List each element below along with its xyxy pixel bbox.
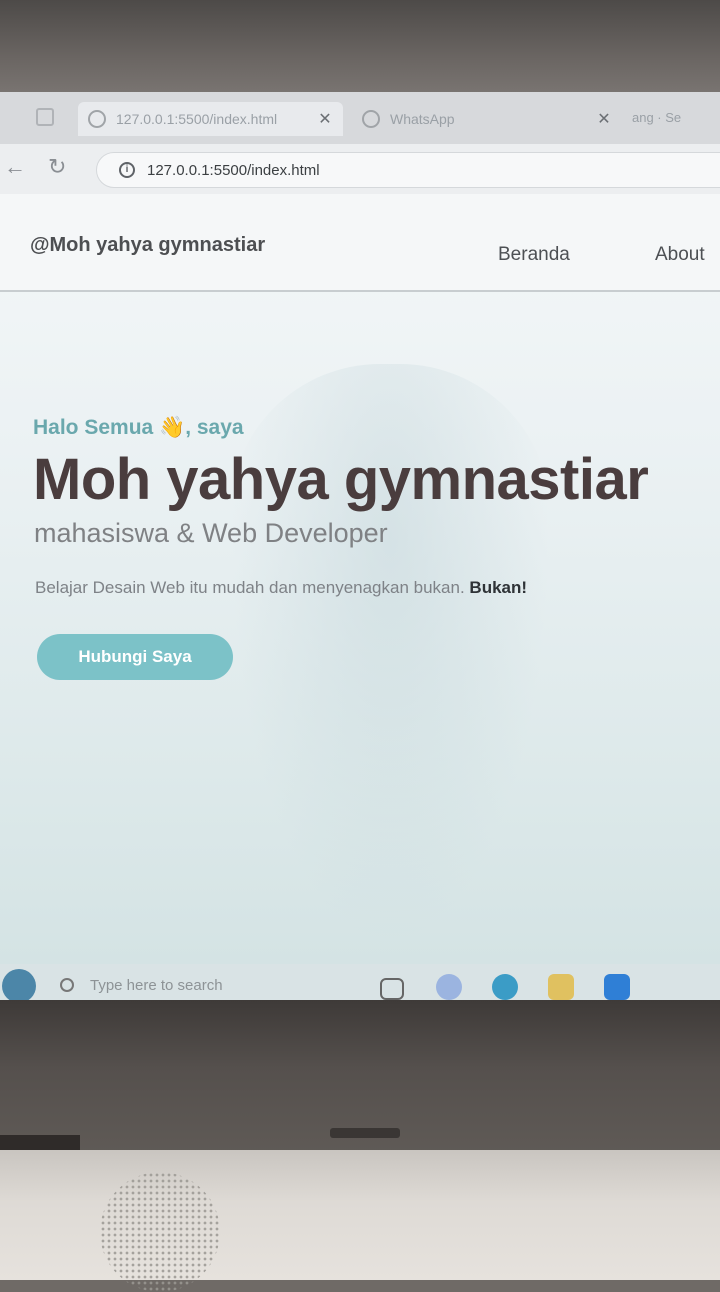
tab-title: WhatsApp: [390, 111, 455, 127]
url-field[interactable]: i 127.0.0.1:5500/index.html: [96, 152, 720, 188]
laptop-bezel-top: [0, 0, 720, 95]
reload-icon[interactable]: ↻: [48, 154, 66, 180]
close-icon[interactable]: ✕: [315, 109, 335, 129]
address-bar: ← ↻ i 127.0.0.1:5500/index.html: [0, 144, 720, 195]
screen: 127.0.0.1:5500/index.html ✕ WhatsApp ✕ a…: [0, 92, 720, 1012]
contact-button[interactable]: Hubungi Saya: [37, 634, 233, 680]
tagline-emphasis: Bukan!: [469, 578, 528, 597]
tagline-text: Belajar Desain Web itu mudah dan menyena…: [35, 578, 465, 597]
tab-title: 127.0.0.1:5500/index.html: [116, 111, 278, 127]
tab-extra[interactable]: ang · Se: [632, 110, 681, 125]
task-view-icon[interactable]: [380, 978, 404, 1000]
search-icon: [60, 978, 74, 992]
laptop-bezel-bottom: [0, 1000, 720, 1170]
edge-icon[interactable]: [492, 974, 518, 1000]
vscode-icon[interactable]: [604, 974, 630, 1000]
hero-greeting: Halo Semua 👋, saya: [33, 416, 244, 439]
nav-link-about[interactable]: About: [655, 244, 705, 266]
copilot-icon[interactable]: [436, 974, 462, 1000]
speaker-grille: [100, 1172, 220, 1292]
file-explorer-icon[interactable]: [548, 974, 574, 1000]
globe-icon: [88, 110, 106, 128]
hero-tagline: Belajar Desain Web itu mudah dan menyena…: [35, 578, 527, 598]
browser-tabbar: 127.0.0.1:5500/index.html ✕ WhatsApp ✕ a…: [0, 92, 720, 144]
hero-role: mahasiswa & Web Developer: [34, 518, 388, 548]
tab-whatsapp[interactable]: WhatsApp ✕: [352, 102, 622, 136]
url-text: 127.0.0.1:5500/index.html: [147, 161, 320, 179]
hero-name: Moh yahya gymnastiar: [33, 447, 649, 512]
whatsapp-icon: [362, 110, 380, 128]
site-brand[interactable]: @Moh yahya gymnastiar: [30, 234, 265, 257]
tab-active[interactable]: 127.0.0.1:5500/index.html ✕: [78, 102, 343, 136]
laptop-hinge: [330, 1128, 400, 1138]
site-header: @Moh yahya gymnastiar Beranda About: [0, 194, 720, 292]
web-page: @Moh yahya gymnastiar Beranda About Halo…: [0, 194, 720, 964]
back-icon[interactable]: ←: [4, 154, 26, 180]
tab-actions-icon[interactable]: [36, 108, 54, 126]
close-icon[interactable]: ✕: [594, 109, 614, 129]
start-icon[interactable]: [2, 969, 36, 1003]
info-icon[interactable]: i: [119, 162, 135, 178]
nav-link-beranda[interactable]: Beranda: [498, 244, 570, 266]
taskbar-search[interactable]: Type here to search: [90, 977, 223, 994]
